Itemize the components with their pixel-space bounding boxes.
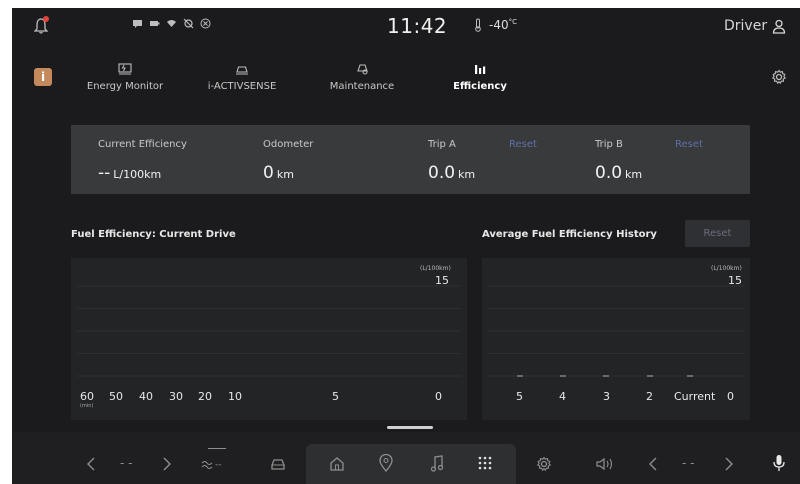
notification-dot: [43, 16, 49, 22]
tab-label: Efficiency: [453, 81, 507, 92]
current-drive-x-unit: (min): [80, 403, 94, 409]
current-efficiency-value: -- L/100km: [98, 163, 161, 183]
trip-a-value: 0.0 km: [428, 163, 475, 183]
tab-energy-monitor[interactable]: Energy Monitor: [70, 60, 180, 92]
tab-maintenance[interactable]: Maintenance: [307, 60, 417, 92]
thermometer-icon: [475, 18, 481, 32]
trip-b-unit: km: [625, 168, 643, 181]
trip-b-value: 0.0 km: [595, 163, 642, 183]
driver-profile-label[interactable]: Driver: [724, 18, 767, 34]
battery-icon: [150, 21, 160, 26]
settings-icon[interactable]: [536, 456, 552, 472]
history-category-label: 0: [727, 390, 734, 403]
tab-i-activsense[interactable]: i-ACTIVSENSE: [187, 60, 297, 92]
tab-efficiency[interactable]: Efficiency: [425, 60, 535, 92]
chevron-right-icon[interactable]: [724, 457, 734, 471]
energy-monitor-icon: [118, 63, 132, 75]
tab-label: i-ACTIVSENSE: [207, 81, 277, 92]
settings-gear-icon[interactable]: [771, 69, 787, 85]
current-drive-x-tick: 10: [228, 390, 242, 403]
left-climate-value: - -: [120, 456, 133, 470]
efficiency-screen: 11:42 -40°C Driver i Energy Monitor i-AC…: [12, 8, 800, 484]
history-category-label: 4: [559, 390, 566, 403]
history-title: Average Fuel Efficiency History: [482, 229, 657, 240]
close-circle-icon: [200, 18, 211, 29]
no-location-icon: [183, 18, 194, 29]
bar-chart-icon: [475, 65, 486, 74]
history-category-label: 2: [646, 390, 653, 403]
current-drive-x-tick: 60: [80, 390, 94, 403]
trip-b-reset-button[interactable]: Reset: [675, 139, 703, 150]
current-drive-x-tick: 5: [332, 390, 339, 403]
car-sensor-icon: [236, 66, 248, 75]
right-climate-value: - -: [682, 456, 695, 470]
current-efficiency-unit: L/100km: [113, 168, 162, 181]
current-drive-chart: (L/100km) 15 (min) 60 50 40 30 20 10 5 0: [71, 258, 467, 420]
home-icon[interactable]: [329, 456, 345, 472]
chevron-left-icon[interactable]: [648, 457, 658, 471]
current-drive-x-tick: 0: [435, 390, 442, 403]
tab-label: Energy Monitor: [86, 81, 164, 92]
car-icon[interactable]: [269, 457, 287, 471]
status-icons: [132, 18, 211, 29]
chevron-left-icon[interactable]: [86, 457, 96, 471]
odometer-unit: km: [276, 168, 294, 181]
clock: 11:42: [387, 14, 448, 38]
odometer-label: Odometer: [263, 139, 314, 150]
volume-icon[interactable]: [596, 458, 614, 470]
trip-a-number: 0.0: [428, 163, 456, 183]
history-category-label: Current: [674, 390, 716, 403]
current-drive-x-tick: 40: [139, 390, 153, 403]
trip-a-label: Trip A: [428, 139, 456, 150]
fan-value: --: [215, 460, 222, 470]
microphone-icon[interactable]: [773, 454, 785, 472]
trip-b-label: Trip B: [595, 139, 623, 150]
person-icon[interactable]: [772, 19, 786, 34]
current-drive-x-tick: 50: [109, 390, 123, 403]
message-icon: [133, 20, 142, 28]
temperature-unit: °C: [508, 18, 517, 26]
current-drive-x-tick: 30: [169, 390, 183, 403]
odometer-value: 0 km: [263, 163, 294, 183]
dock-handle[interactable]: [387, 426, 433, 429]
efficiency-summary-panel: Current Efficiency -- L/100km Odometer 0k…: [71, 125, 750, 194]
music-note-icon[interactable]: [430, 455, 444, 473]
trip-b-number: 0.0: [595, 163, 623, 183]
odometer-number: 0: [263, 163, 274, 183]
apps-grid-icon[interactable]: [478, 456, 492, 470]
location-pin-icon[interactable]: [379, 454, 393, 472]
maintenance-icon: [357, 64, 368, 75]
history-chart: (L/100km) 15 5 4 3 2 Current 0: [482, 258, 750, 420]
tab-label: Maintenance: [329, 81, 395, 92]
current-drive-title: Fuel Efficiency: Current Drive: [71, 229, 236, 240]
history-category-label: 3: [603, 390, 610, 403]
temperature-value: -40: [489, 18, 509, 32]
current-drive-x-tick: 20: [198, 390, 212, 403]
history-reset-button[interactable]: Reset: [685, 220, 750, 247]
trip-a-reset-button[interactable]: Reset: [509, 139, 537, 150]
history-category-label: 5: [516, 390, 523, 403]
current-drive-unit-label: (L/100km): [420, 265, 451, 272]
current-drive-ymax-label: 15: [435, 274, 449, 287]
fan-indicator-line: [208, 448, 226, 449]
current-efficiency-number: --: [98, 163, 111, 183]
current-drive-chart-svg: [77, 285, 461, 377]
info-icon[interactable]: i: [34, 68, 52, 86]
history-ymax-label: 15: [728, 274, 742, 287]
current-efficiency-label: Current Efficiency: [98, 139, 187, 150]
chevron-right-icon[interactable]: [162, 457, 172, 471]
outside-temperature: -40°C: [489, 18, 517, 32]
trip-a-unit: km: [458, 168, 476, 181]
fan-icon[interactable]: [201, 460, 213, 470]
status-bar: 11:42 -40°C Driver: [12, 8, 800, 46]
wifi-icon: [167, 20, 176, 27]
history-unit-label: (L/100km): [711, 265, 742, 272]
